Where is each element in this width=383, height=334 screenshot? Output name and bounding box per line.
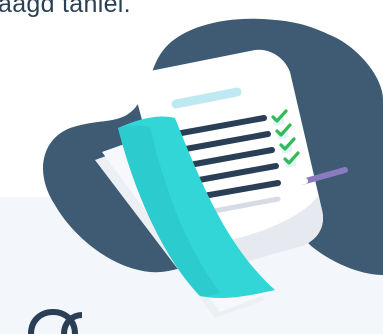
- bottom-decorative-shapes: [28, 308, 83, 334]
